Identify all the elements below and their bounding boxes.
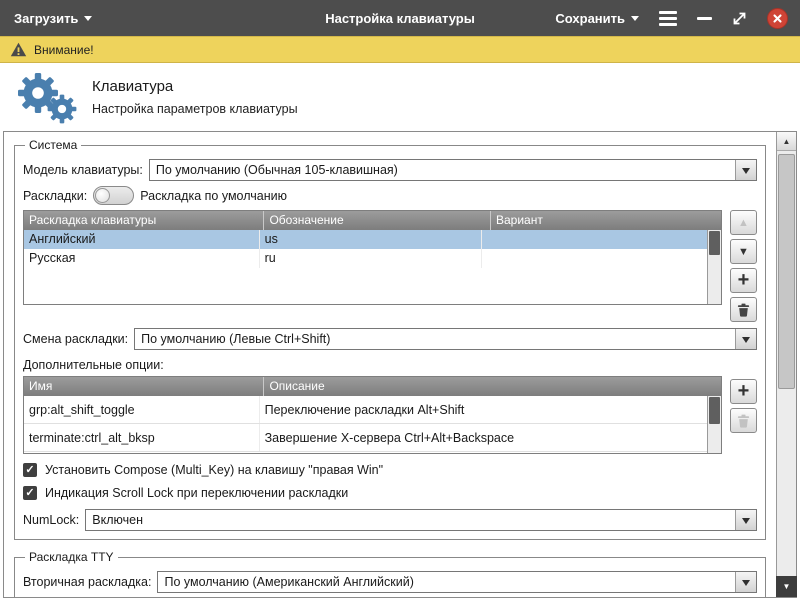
warning-banner: Внимание! xyxy=(0,36,800,63)
numlock-label: NumLock: xyxy=(23,513,79,527)
table-row[interactable]: grp:alt_shift_toggle Переключение раскла… xyxy=(24,396,707,424)
page-title: Клавиатура xyxy=(92,78,298,95)
trash-icon xyxy=(737,414,750,428)
cell-option-description: Завершение X-сервера Ctrl+Alt+Backspace xyxy=(260,424,707,451)
delete-layout-button[interactable] xyxy=(730,297,757,322)
checkbox-checked-icon: ✓ xyxy=(23,463,37,477)
table-row[interactable]: terminate:ctrl_alt_bksp Завершение X-сер… xyxy=(24,424,707,452)
arrow-down-icon: ▼ xyxy=(783,582,791,591)
scrolllock-checkbox-label: Индикация Scroll Lock при переключении р… xyxy=(45,486,348,500)
scrolllock-checkbox[interactable]: ✓ Индикация Scroll Lock при переключении… xyxy=(23,486,757,500)
column-header-variant[interactable]: Вариант xyxy=(491,211,721,230)
default-layout-toggle[interactable] xyxy=(93,186,134,205)
tty-section-legend: Раскладка TTY xyxy=(25,550,118,564)
scroll-up-button[interactable]: ▲ xyxy=(777,132,796,151)
save-menu-label: Сохранить xyxy=(555,11,625,26)
plus-icon: + xyxy=(738,381,750,401)
numlock-value: Включен xyxy=(86,510,735,530)
chevron-down-icon xyxy=(631,16,639,25)
secondary-layout-value: По умолчанию (Американский Английский) xyxy=(158,572,735,592)
layouts-table-scrollbar[interactable] xyxy=(707,230,721,304)
arrow-up-icon: ▲ xyxy=(783,137,791,146)
keyboard-model-select[interactable]: По умолчанию (Обычная 105-клавишная) xyxy=(149,159,757,181)
dropdown-arrow-icon xyxy=(735,160,756,180)
layouts-table: Раскладка клавиатуры Обозначение Вариант… xyxy=(23,210,722,305)
cell-variant xyxy=(482,230,707,249)
toggle-knob-icon xyxy=(95,188,110,203)
add-option-button[interactable]: + xyxy=(730,379,757,404)
column-header-description[interactable]: Описание xyxy=(264,377,721,396)
cell-layout: Английский xyxy=(24,230,260,249)
cell-option-name: grp:alt_shift_toggle xyxy=(24,396,260,423)
hamburger-menu-icon[interactable] xyxy=(659,11,677,26)
dropdown-arrow-icon xyxy=(735,572,756,592)
cell-code: ru xyxy=(260,249,482,268)
column-header-code[interactable]: Обозначение xyxy=(264,211,491,230)
move-up-button[interactable]: ▲ xyxy=(730,210,757,235)
default-layout-label: Раскладка по умолчанию xyxy=(140,189,287,203)
extra-options-label: Дополнительные опции: xyxy=(23,358,757,372)
checkbox-checked-icon: ✓ xyxy=(23,486,37,500)
save-menu-button[interactable]: Сохранить xyxy=(555,11,639,26)
compose-checkbox[interactable]: ✓ Установить Compose (Multi_Key) на клав… xyxy=(23,463,757,477)
move-down-button[interactable]: ▼ xyxy=(730,239,757,264)
column-header-name[interactable]: Имя xyxy=(24,377,264,396)
add-layout-button[interactable]: + xyxy=(730,268,757,293)
warning-text: Внимание! xyxy=(34,43,94,57)
module-header: Клавиатура Настройка параметров клавиату… xyxy=(0,63,800,131)
keyboard-model-value: По умолчанию (Обычная 105-клавишная) xyxy=(150,160,735,180)
system-section-legend: Система xyxy=(25,138,81,152)
layouts-table-header: Раскладка клавиатуры Обозначение Вариант xyxy=(24,211,721,230)
close-button[interactable] xyxy=(767,8,788,29)
window-title: Настройка клавиатуры xyxy=(325,11,475,26)
switch-layout-select[interactable]: По умолчанию (Левые Ctrl+Shift) xyxy=(134,328,757,350)
arrow-down-icon: ▼ xyxy=(738,246,749,258)
dropdown-arrow-icon xyxy=(735,510,756,530)
scroll-down-button[interactable]: ▼ xyxy=(776,576,797,597)
cell-option-name: terminate:ctrl_alt_bksp xyxy=(24,424,260,451)
cell-layout: Русская xyxy=(24,249,260,268)
secondary-layout-select[interactable]: По умолчанию (Американский Английский) xyxy=(157,571,757,593)
cell-option-description: Переключение раскладки Alt+Shift xyxy=(260,396,707,423)
secondary-layout-label: Вторичная раскладка: xyxy=(23,575,151,589)
cell-code: us xyxy=(260,230,482,249)
trash-icon xyxy=(737,303,750,317)
gears-icon xyxy=(0,68,92,126)
minimize-icon[interactable] xyxy=(697,17,712,20)
close-icon xyxy=(772,13,783,24)
options-table-header: Имя Описание xyxy=(24,377,721,396)
warning-icon xyxy=(10,42,27,57)
titlebar: Загрузить Настройка клавиатуры Сохранить xyxy=(0,0,800,36)
load-menu-label: Загрузить xyxy=(14,11,78,26)
plus-icon: + xyxy=(738,270,750,290)
delete-option-button[interactable] xyxy=(730,408,757,433)
content-area: Система Модель клавиатуры: По умолчанию … xyxy=(3,131,797,598)
load-menu-button[interactable]: Загрузить xyxy=(14,11,92,26)
scrollbar-thumb[interactable] xyxy=(778,154,795,389)
chevron-down-icon xyxy=(84,16,92,25)
options-table: Имя Описание grp:alt_shift_toggle Перекл… xyxy=(23,376,722,454)
main-scrollbar[interactable]: ▲ ▼ xyxy=(776,132,796,597)
tty-section: Раскладка TTY Вторичная раскладка: По ум… xyxy=(14,550,766,597)
dropdown-arrow-icon xyxy=(735,329,756,349)
keyboard-model-label: Модель клавиатуры: xyxy=(23,163,143,177)
table-row[interactable]: Русская ru xyxy=(24,249,707,268)
switch-layout-value: По умолчанию (Левые Ctrl+Shift) xyxy=(135,329,735,349)
cell-variant xyxy=(482,249,707,268)
switch-layout-label: Смена раскладки: xyxy=(23,332,128,346)
fullscreen-icon[interactable] xyxy=(732,11,747,26)
table-row[interactable]: Английский us xyxy=(24,230,707,249)
page-subtitle: Настройка параметров клавиатуры xyxy=(92,102,298,116)
layouts-label: Раскладки: xyxy=(23,189,87,203)
compose-checkbox-label: Установить Compose (Multi_Key) на клавиш… xyxy=(45,463,383,477)
options-table-scrollbar[interactable] xyxy=(707,396,721,453)
numlock-select[interactable]: Включен xyxy=(85,509,757,531)
arrow-up-icon: ▲ xyxy=(738,217,749,229)
column-header-layout[interactable]: Раскладка клавиатуры xyxy=(24,211,264,230)
system-section: Система Модель клавиатуры: По умолчанию … xyxy=(14,138,766,540)
